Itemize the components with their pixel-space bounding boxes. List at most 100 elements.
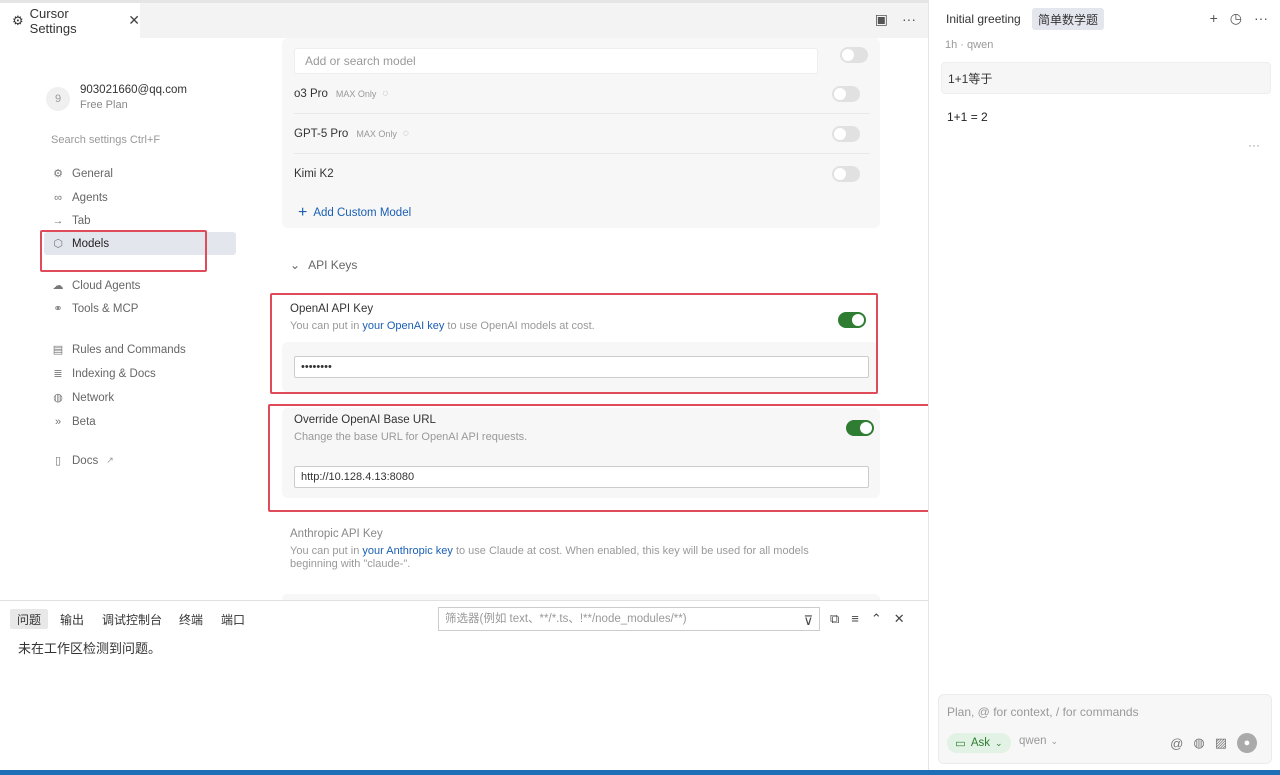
model-row: GPT-5 Pro MAX Only ◌ bbox=[294, 114, 870, 154]
microphone-icon[interactable]: ● bbox=[1237, 733, 1257, 753]
model-toggle[interactable] bbox=[832, 85, 860, 102]
filter-icon[interactable]: ⊽ bbox=[803, 610, 813, 632]
model-name: o3 Pro bbox=[294, 87, 328, 100]
model-selector[interactable]: qwen ⌄ bbox=[1019, 735, 1058, 747]
account-plan: Free Plan bbox=[80, 99, 128, 111]
list-view-icon[interactable]: ≡ bbox=[851, 611, 859, 627]
anthropic-key-desc: You can put in your Anthropic key to use… bbox=[290, 545, 809, 571]
sidebar-item-beta[interactable]: » Beta bbox=[44, 410, 236, 433]
chat-tab-initial-greeting[interactable]: Initial greeting bbox=[940, 8, 1027, 30]
add-custom-model-button[interactable]: + Add Custom Model bbox=[298, 204, 411, 222]
plus-icon[interactable]: + bbox=[1210, 10, 1218, 27]
account-info: 9 903021660@qq.com Free Plan bbox=[46, 84, 187, 111]
model-name: GPT-5 Pro bbox=[294, 127, 349, 140]
chevron-down-icon: ⌄ bbox=[290, 258, 301, 272]
tab-title: Cursor Settings bbox=[29, 5, 77, 36]
max-only-tag: MAX Only bbox=[356, 128, 397, 139]
history-icon[interactable]: ◷ bbox=[1230, 10, 1242, 27]
problems-message: 未在工作区检测到问题。 bbox=[18, 641, 162, 656]
collapse-all-icon[interactable]: ⧉ bbox=[830, 611, 839, 627]
split-editor-icon[interactable]: ▣ bbox=[875, 11, 888, 28]
account-email: 903021660@qq.com bbox=[80, 84, 187, 96]
chat-composer: Plan, @ for context, / for commands ▭ As… bbox=[938, 694, 1272, 764]
chevron-down-icon: ⌄ bbox=[1050, 735, 1059, 746]
api-keys-section-toggle[interactable]: ⌄ API Keys bbox=[290, 258, 357, 272]
chat-input[interactable]: Plan, @ for context, / for commands bbox=[947, 705, 1139, 719]
plus-icon: + bbox=[298, 204, 308, 221]
sidebar-item-tab[interactable]: → Tab bbox=[44, 209, 236, 232]
model-toggle[interactable] bbox=[832, 166, 860, 182]
tab-problems[interactable]: 问题 bbox=[10, 609, 49, 629]
openai-key-header: OpenAI API Key You can put in your OpenA… bbox=[290, 303, 595, 333]
close-icon[interactable]: ✕ bbox=[894, 611, 905, 627]
chevron-up-icon[interactable]: ⌃ bbox=[871, 611, 882, 627]
problems-filter-input[interactable]: 筛选器(例如 text、**/*.ts、!**/node_modules/**)… bbox=[438, 607, 820, 631]
sidebar-item-network[interactable]: ◍ Network bbox=[44, 386, 236, 409]
book-icon: ▯ bbox=[54, 455, 62, 467]
override-url-toggle[interactable] bbox=[846, 420, 874, 436]
sidebar-item-agents[interactable]: ∞ Agents bbox=[44, 186, 236, 209]
message-more-icon[interactable]: ··· bbox=[1248, 138, 1260, 152]
tab-terminal[interactable]: 终端 bbox=[172, 609, 210, 629]
external-link-icon: ↗ bbox=[106, 455, 114, 465]
openai-key-toggle[interactable] bbox=[838, 312, 866, 328]
settings-sidebar: 9 903021660@qq.com Free Plan Search sett… bbox=[0, 38, 250, 600]
gear-icon: ⚙ bbox=[53, 168, 63, 180]
settings-main: Add or search model o3 Pro MAX Only ◌ GP… bbox=[250, 38, 928, 600]
globe-icon[interactable]: ◍ bbox=[1193, 735, 1204, 751]
sidebar-item-rules[interactable]: ▤ Rules and Commands bbox=[44, 338, 236, 361]
assistant-answer: 1+1 = 2 bbox=[947, 110, 988, 124]
settings-sliders-icon: ⚙ bbox=[12, 12, 24, 28]
panel-actions: ⧉ ≡ ⌃ ✕ bbox=[830, 611, 905, 627]
avatar: 9 bbox=[46, 87, 70, 111]
tab-debug-console[interactable]: 调试控制台 bbox=[95, 609, 169, 629]
tab-output[interactable]: 输出 bbox=[53, 609, 91, 629]
arrow-right-icon: → bbox=[52, 214, 64, 227]
override-url-input[interactable]: http://10.128.4.13:8080 bbox=[294, 466, 869, 488]
model-search-input[interactable]: Add or search model bbox=[294, 48, 818, 74]
anthropic-key-link[interactable]: your Anthropic key bbox=[362, 545, 453, 557]
globe-icon: ◍ bbox=[53, 392, 63, 404]
chevron-down-icon: ⌄ bbox=[995, 737, 1003, 748]
editor-tabbar: ⚙ Cursor Settings ✕ ▣ ··· bbox=[0, 0, 928, 38]
chat-actions: + ◷ ··· bbox=[1210, 10, 1268, 27]
anthropic-key-header: Anthropic API Key You can put in your An… bbox=[290, 528, 850, 571]
bottom-panel: 问题 输出 调试控制台 终端 端口 筛选器(例如 text、**/*.ts、!*… bbox=[0, 600, 928, 770]
sidebar-item-models[interactable]: ⬡ Models bbox=[44, 232, 236, 255]
override-url-desc: Change the base URL for OpenAI API reque… bbox=[294, 431, 528, 443]
cloud-icon: ☁ bbox=[52, 280, 64, 292]
user-message[interactable]: 1+1等于 bbox=[941, 62, 1271, 94]
openai-key-input[interactable]: •••••••• bbox=[294, 356, 869, 378]
cube-icon: ⬡ bbox=[53, 238, 63, 250]
chat-meta: 1h · qwen bbox=[945, 39, 994, 51]
settings-search-input[interactable]: Search settings Ctrl+F bbox=[51, 134, 160, 146]
anthropic-key-title: Anthropic API Key bbox=[290, 528, 383, 540]
sidebar-item-indexing[interactable]: ≣ Indexing & Docs bbox=[44, 362, 236, 385]
chat-panel: Initial greeting 简单数学题 + ◷ ··· 1h · qwen… bbox=[928, 0, 1280, 770]
sidebar-item-tools-mcp[interactable]: ⚭ Tools & MCP bbox=[44, 297, 236, 320]
sidebar-item-general[interactable]: ⚙ General bbox=[44, 162, 236, 185]
model-row: Kimi K2 bbox=[294, 154, 870, 194]
tools-icon: ⚭ bbox=[53, 303, 63, 315]
brain-icon: ◌ bbox=[402, 128, 409, 139]
close-icon[interactable]: ✕ bbox=[128, 12, 140, 29]
chat-tab-math[interactable]: 简单数学题 bbox=[1032, 8, 1105, 30]
override-url-header: Override OpenAI Base URL Change the base… bbox=[294, 414, 527, 444]
more-icon[interactable]: ··· bbox=[1254, 10, 1268, 27]
openai-key-link[interactable]: your OpenAI key bbox=[362, 320, 444, 332]
max-only-tag: MAX Only bbox=[335, 88, 377, 99]
tab-ports[interactable]: 端口 bbox=[214, 609, 252, 629]
image-icon[interactable]: ▨ bbox=[1215, 735, 1227, 751]
at-icon[interactable]: @ bbox=[1170, 736, 1183, 751]
tabbar-actions: ▣ ··· bbox=[875, 11, 916, 28]
model-search-toggle[interactable] bbox=[840, 47, 868, 63]
infinity-icon: ∞ bbox=[54, 191, 62, 204]
chat-bubble-icon: ▭ bbox=[955, 738, 966, 750]
more-icon[interactable]: ··· bbox=[902, 11, 916, 28]
tab-cursor-settings[interactable]: ⚙ Cursor Settings ✕ bbox=[0, 3, 140, 38]
override-url-title: Override OpenAI Base URL bbox=[294, 414, 436, 426]
model-toggle[interactable] bbox=[832, 125, 860, 142]
sidebar-item-docs[interactable]: ▯ Docs ↗ bbox=[44, 449, 236, 472]
sidebar-item-cloud-agents[interactable]: ☁ Cloud Agents bbox=[44, 274, 236, 297]
mode-selector[interactable]: ▭ Ask ⌄ bbox=[947, 733, 1011, 753]
